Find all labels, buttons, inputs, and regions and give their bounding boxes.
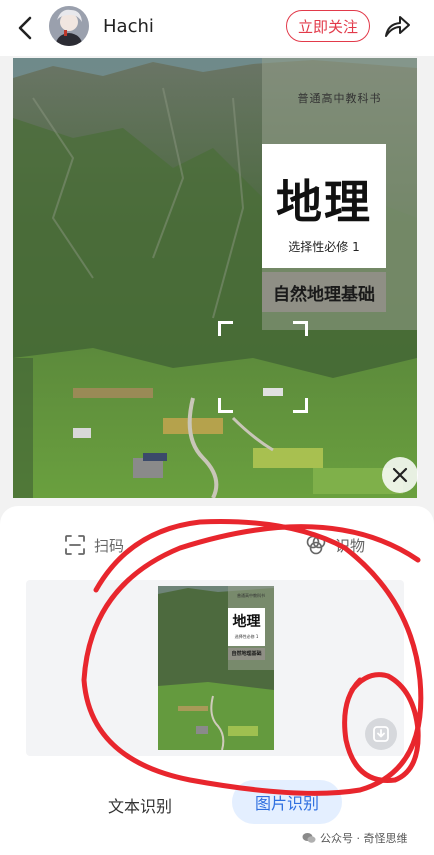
watermark-text: 公众号 · 奇怪思维 (320, 832, 408, 845)
follow-button[interactable]: 立即关注 (286, 10, 370, 42)
username[interactable]: Hachi (103, 16, 154, 37)
scanned-photo: 普通高中教科书 地理 选择性必修 1 自然地理基础 (13, 58, 417, 498)
scan-frame-icon (64, 534, 86, 556)
mode-text-recognition[interactable]: 文本识别 (108, 793, 172, 817)
tab-scan-label: 扫码 (94, 536, 125, 555)
preview-area: 普通高中教科书 地理 选择性必修 1 自然地理基础 (26, 580, 404, 756)
watermark: 公众号 · 奇怪思维 (302, 830, 408, 846)
preview-thumbnail[interactable]: 普通高中教科书 地理 选择性必修 1 自然地理基础 (158, 586, 274, 750)
top-bar: Hachi 立即关注 (0, 0, 434, 56)
thumb-series: 普通高中教科书 (237, 593, 265, 598)
back-chevron-icon[interactable] (14, 14, 38, 42)
tab-object[interactable]: 识物 (305, 534, 365, 556)
mode-image-recognition[interactable]: 图片识别 (232, 780, 342, 824)
cover-series: 普通高中教科书 (297, 92, 382, 105)
thumb-cover-panel: 普通高中教科书 地理 选择性必修 1 自然地理基础 (228, 586, 274, 670)
cover-title-block: 地理 选择性必修 1 (262, 144, 386, 268)
close-icon[interactable] (382, 457, 418, 493)
thumb-band: 自然地理基础 (228, 648, 265, 660)
tab-object-label: 识物 (335, 536, 366, 555)
thumb-title-block: 地理 选择性必修 1 (228, 608, 265, 646)
scan-focus-frame (218, 321, 308, 413)
thumb-title: 地理 (232, 614, 261, 630)
share-arrow-icon[interactable] (382, 12, 412, 42)
cover-band: 自然地理基础 (262, 272, 386, 312)
download-icon[interactable] (365, 718, 397, 750)
thumb-subtitle: 选择性必修 1 (234, 634, 259, 639)
tab-scan[interactable]: 扫码 (64, 534, 124, 556)
cover-subtitle: 选择性必修 1 (288, 240, 360, 254)
cover-panel: 普通高中教科书 地理 选择性必修 1 自然地理基础 (262, 58, 417, 330)
cover-title: 地理 (276, 175, 372, 229)
wechat-icon (302, 832, 316, 844)
object-recognition-icon (305, 534, 327, 556)
avatar[interactable] (49, 6, 89, 46)
recognition-sheet: 扫码 识物 普通高中教科书 地理 选择性必修 1 自然地理基础 文本识别 图片识… (0, 506, 434, 855)
